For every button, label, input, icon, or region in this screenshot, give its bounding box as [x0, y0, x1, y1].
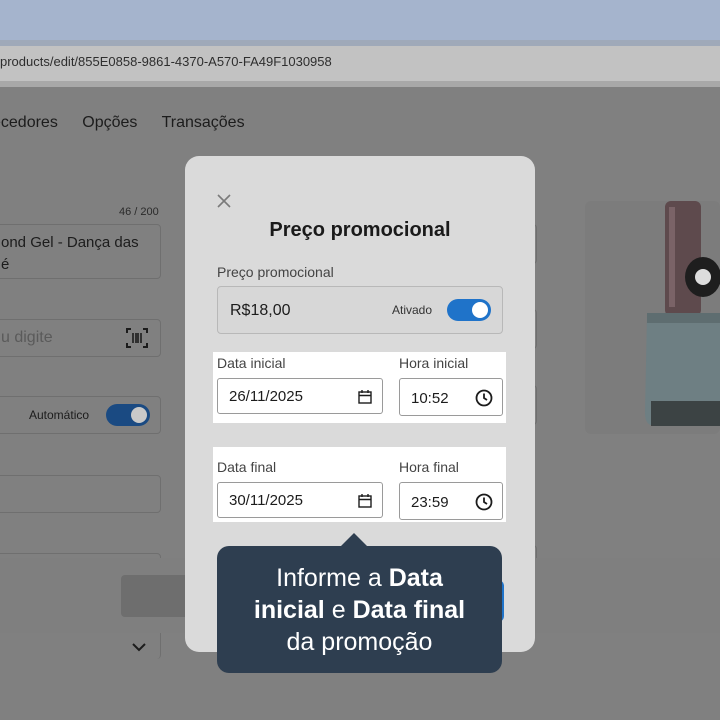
text-field[interactable]: [0, 475, 161, 513]
tutorial-callout: Informe a Data inicial e Data final da p…: [217, 546, 502, 673]
tab-transactions[interactable]: Transações: [162, 114, 245, 131]
calendar-icon[interactable]: [358, 389, 372, 404]
toggle-knob: [472, 302, 488, 318]
promo-active-toggle[interactable]: [447, 299, 491, 321]
select-field-2[interactable]: [0, 629, 161, 659]
address-bar[interactable]: products/edit/855E0858-9861-4370-A570-FA…: [0, 40, 720, 87]
tab-suppliers[interactable]: ecedores: [0, 114, 58, 131]
start-time-label: Hora inicial: [399, 355, 469, 371]
end-datetime-panel: Data final Hora final 30/11/2025 23:59: [213, 447, 506, 522]
page-tabs: ecedores Opções Transações: [0, 114, 265, 132]
promo-price-value: R$18,00: [230, 302, 291, 319]
auto-label: Automático: [29, 408, 90, 422]
start-time-input[interactable]: 10:52: [399, 378, 503, 416]
callout-line-1: Informe a Data: [276, 564, 443, 592]
chevron-down-icon: [132, 643, 146, 652]
start-date-label: Data inicial: [217, 355, 286, 371]
barcode-placeholder: u digite: [1, 329, 53, 346]
start-date-input[interactable]: 26/11/2025: [217, 378, 383, 414]
end-date-value: 30/11/2025: [229, 492, 303, 509]
end-date-input[interactable]: 30/11/2025: [217, 482, 383, 518]
end-time-label: Hora final: [399, 459, 459, 475]
start-time-value: 10:52: [411, 390, 449, 407]
end-time-input[interactable]: 23:59: [399, 482, 503, 520]
callout-arrow: [340, 533, 368, 547]
callout-line-3: da promoção: [286, 628, 433, 656]
clock-icon[interactable]: [475, 389, 493, 407]
modal-title: Preço promocional: [269, 219, 451, 241]
product-name-line2: é: [1, 256, 10, 273]
barcode-scan-icon[interactable]: [125, 327, 149, 349]
auto-setting-field: Automático: [0, 396, 161, 434]
product-name-field[interactable]: ond Gel - Dança das é: [0, 224, 161, 279]
barcode-field[interactable]: u digite: [0, 319, 161, 357]
tab-options[interactable]: Opções: [82, 114, 137, 131]
promo-price-field[interactable]: R$18,00 Ativado: [217, 286, 503, 334]
toggle-label: Ativado: [392, 303, 433, 317]
close-icon[interactable]: [215, 192, 233, 210]
product-name-line1: ond Gel - Dança das: [1, 234, 139, 251]
start-date-value: 26/11/2025: [229, 388, 303, 405]
nail-polish-bottle-image: [645, 201, 720, 426]
char-counter: 46 / 200: [119, 206, 159, 218]
end-date-label: Data final: [217, 459, 277, 475]
start-datetime-panel: Data inicial Hora inicial 26/11/2025 10:…: [213, 352, 506, 423]
price-label: Preço promocional: [217, 264, 334, 280]
product-image: [585, 201, 720, 434]
end-time-value: 23:59: [411, 494, 449, 511]
callout-line-2: inicial e Data final: [253, 596, 466, 624]
browser-tab-strip: [0, 0, 720, 40]
address-bar-url[interactable]: products/edit/855E0858-9861-4370-A570-FA…: [0, 54, 332, 69]
auto-toggle[interactable]: [106, 404, 150, 426]
calendar-icon[interactable]: [358, 493, 372, 508]
clock-icon[interactable]: [475, 493, 493, 511]
